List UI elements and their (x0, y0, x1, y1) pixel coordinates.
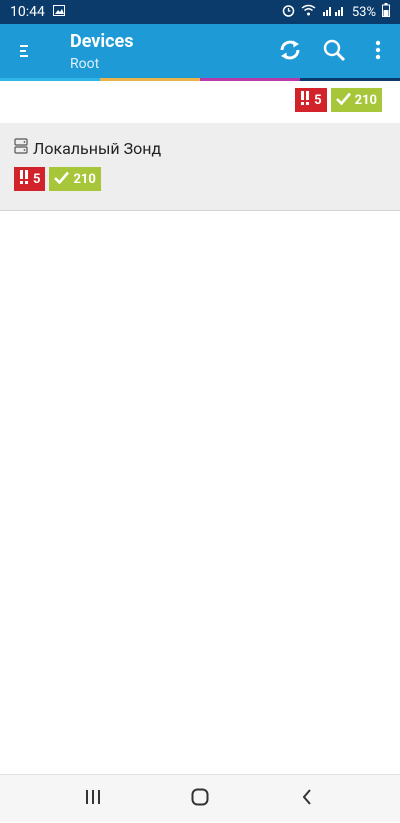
more-button[interactable] (356, 24, 400, 80)
summary-badges: 5 210 (295, 88, 382, 112)
refresh-button[interactable] (268, 24, 312, 80)
wifi-icon (301, 4, 316, 20)
menu-button[interactable] (0, 24, 48, 80)
alert-badge[interactable]: 5 (14, 167, 45, 191)
list-item[interactable]: Локальный Зонд 5 210 (0, 123, 400, 211)
status-bar: 10:44 53% (0, 0, 400, 24)
battery-icon (382, 3, 390, 21)
color-strip-segment (200, 78, 300, 81)
alert-count: 5 (33, 172, 40, 187)
page-subtitle: Root (70, 57, 134, 72)
app-bar: Devices Root (0, 24, 400, 80)
refresh-icon (278, 38, 302, 66)
device-name: Локальный Зонд (33, 139, 161, 158)
probe-icon (14, 138, 28, 158)
color-strip (0, 78, 400, 81)
back-button[interactable] (279, 775, 335, 823)
signal-icon (322, 4, 346, 20)
ok-count: 210 (355, 93, 377, 108)
battery-percent: 53% (352, 5, 376, 20)
page-title: Devices (70, 32, 134, 52)
alarm-icon (282, 4, 295, 21)
recents-button[interactable] (65, 775, 121, 823)
menu-icon (20, 43, 28, 62)
status-time: 10:44 (10, 4, 45, 20)
check-icon (54, 171, 69, 188)
ok-badge[interactable]: 210 (331, 88, 382, 112)
ok-badge[interactable]: 210 (49, 167, 100, 191)
more-vert-icon (375, 40, 381, 64)
check-icon (336, 92, 351, 109)
home-icon (191, 788, 209, 810)
image-icon (53, 4, 65, 20)
color-strip-segment (100, 78, 200, 81)
recents-icon (85, 789, 101, 809)
search-button[interactable] (312, 24, 356, 80)
back-icon (302, 789, 312, 809)
home-button[interactable] (172, 775, 228, 823)
color-strip-segment (300, 78, 400, 81)
search-icon (322, 38, 346, 66)
double-exclamation-icon (300, 91, 310, 109)
ok-count: 210 (73, 172, 95, 187)
alert-badge[interactable]: 5 (295, 88, 326, 112)
alert-count: 5 (314, 93, 321, 108)
double-exclamation-icon (19, 170, 29, 188)
system-nav-bar (0, 774, 400, 822)
device-list: Локальный Зонд 5 210 (0, 123, 400, 211)
color-strip-segment (0, 78, 100, 81)
